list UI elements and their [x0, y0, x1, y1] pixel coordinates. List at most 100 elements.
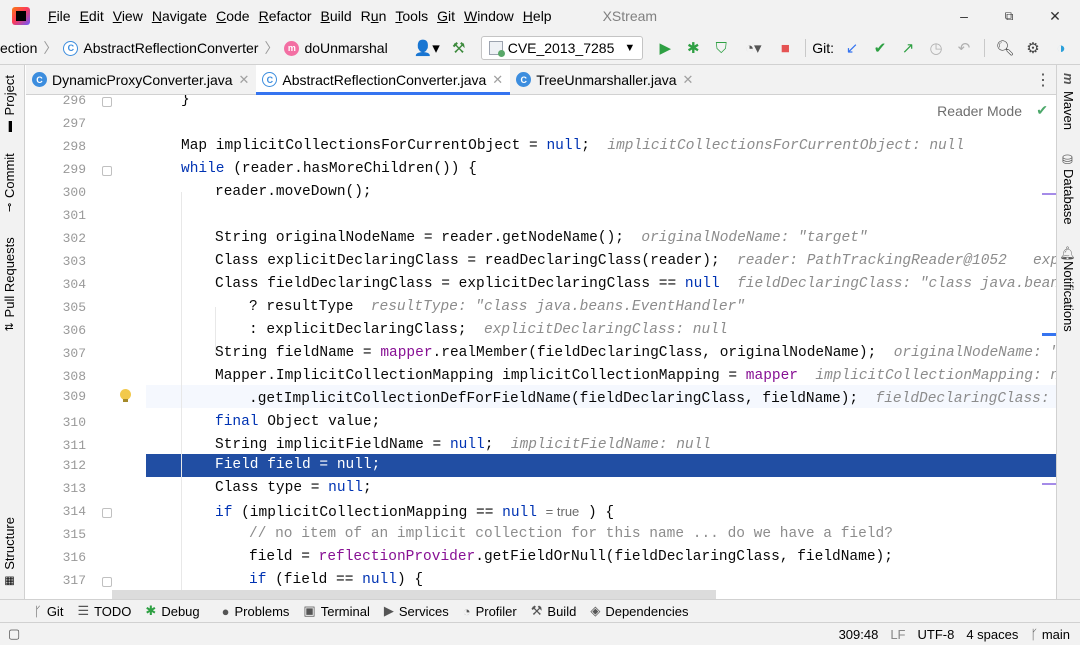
close-icon[interactable]: ✕ — [492, 72, 503, 88]
minimize-button[interactable]: – — [941, 0, 987, 32]
close-icon[interactable]: ✕ — [239, 72, 250, 88]
file-encoding[interactable]: UTF-8 — [918, 627, 955, 642]
menu-run[interactable]: Run — [361, 8, 387, 24]
fold-marker-icon[interactable] — [102, 97, 112, 107]
breadcrumb-package[interactable]: ection — [0, 40, 37, 56]
git-push-icon[interactable]: ↗ — [897, 37, 919, 59]
code-editor[interactable]: Reader Mode ✔ } Map implicitCollectionsF… — [26, 95, 1056, 599]
menu-code[interactable]: Code — [216, 8, 249, 24]
run-icon[interactable]: ▶ — [654, 37, 676, 59]
run-config-icon — [488, 41, 505, 57]
inline-debug-value: implicitCollectionMapping: null — [815, 368, 1056, 384]
tool-dependencies[interactable]: ◈ Dependencies — [590, 603, 688, 619]
debug-bug-icon: ✱ — [145, 603, 157, 618]
run-config-label: CVE_2013_7285 — [507, 40, 615, 56]
inline-debug-value: originalNodeName: "target" — [641, 230, 868, 246]
line-number: 309 — [62, 389, 86, 404]
tool-build[interactable]: ⚒ Build — [531, 603, 577, 619]
build-hammer-icon[interactable]: ⚒ — [448, 37, 470, 59]
ide-window: File Edit View Navigate Code Refactor Bu… — [0, 0, 1080, 645]
more-options-icon[interactable]: ⋮ — [1030, 65, 1056, 94]
inline-debug-value: fieldDeclaringClass: "class java.beans.E — [737, 276, 1056, 292]
git-branch[interactable]: ᚴ main — [1030, 627, 1070, 642]
tool-structure[interactable]: ▦ Structure — [2, 517, 17, 588]
tab-tree-unmarshaller[interactable]: C TreeUnmarshaller.java ✕ — [510, 65, 700, 94]
code-line-305: ? resultType resultType: "class java.bea… — [249, 299, 745, 315]
coverage-icon[interactable]: ⛉ — [710, 37, 732, 59]
git-branch-icon: ᚴ — [1030, 626, 1042, 642]
menu-edit[interactable]: Edit — [80, 8, 104, 24]
caret-position[interactable]: 309:48 — [839, 627, 879, 642]
user-dropdown-icon[interactable]: 👤▾ — [412, 37, 442, 59]
code-line-299: while (reader.hasMoreChildren()) { — [181, 161, 477, 177]
menu-navigate[interactable]: Navigate — [152, 8, 207, 24]
tool-services[interactable]: ▶ Services — [384, 603, 449, 619]
tab-abstract-reflection-converter[interactable]: C AbstractReflectionConverter.java ✕ — [256, 65, 511, 95]
debug-bug-icon[interactable]: ✱ — [682, 37, 704, 59]
line-number: 296 — [62, 95, 86, 108]
inline-debug-value: reader: PathTrackingReader@1052 — [737, 253, 1007, 269]
code-line-303: Class explicitDeclaringClass = readDecla… — [146, 250, 1056, 273]
menu-help[interactable]: Help — [523, 8, 552, 24]
profile-dropdown-icon[interactable]: ◔▾ — [738, 37, 768, 59]
inline-debug-value: = true — [545, 504, 580, 519]
tool-todo[interactable]: ☰ TODO — [77, 603, 131, 619]
rollback-icon[interactable]: ↶ — [953, 37, 975, 59]
code-line-308: Mapper.ImplicitCollectionMapping implici… — [146, 365, 1056, 388]
code-with-me-icon[interactable]: ◑ — [1050, 37, 1072, 59]
tool-pull-requests[interactable]: ⇅ Pull Requests — [2, 237, 17, 331]
class-icon: C — [32, 72, 47, 87]
chevron-down-icon: ▼ — [624, 42, 636, 54]
dependencies-icon: ◈ — [590, 603, 601, 618]
menu-refactor[interactable]: Refactor — [259, 8, 312, 24]
search-icon[interactable]: 🔍︎ — [994, 37, 1016, 59]
tool-maven[interactable]: Maven — [1061, 91, 1076, 130]
line-number: 316 — [62, 550, 86, 565]
settings-gear-icon[interactable]: ⚙ — [1022, 37, 1044, 59]
tool-commit[interactable]: ⊸ Commit — [2, 153, 17, 212]
code-line-296: } — [181, 95, 190, 108]
menu-git[interactable]: Git — [437, 8, 455, 24]
tool-terminal[interactable]: ▣ Terminal — [303, 603, 369, 619]
restore-button[interactable]: ⧉ — [986, 0, 1032, 32]
tool-problems[interactable]: ● Problems — [222, 604, 290, 619]
lightbulb-icon[interactable] — [120, 389, 131, 403]
close-window-button[interactable]: ✕ — [1032, 0, 1078, 32]
menu-tools[interactable]: Tools — [395, 8, 428, 24]
breadcrumb-method[interactable]: doUnmarshal — [304, 40, 387, 56]
fold-marker-icon[interactable] — [102, 508, 112, 518]
history-icon[interactable]: ◷ — [925, 37, 947, 59]
tool-profiler[interactable]: ◔ Profiler — [463, 604, 517, 619]
separator — [984, 39, 986, 57]
menu-view[interactable]: View — [113, 8, 143, 24]
fold-marker-icon[interactable] — [102, 577, 112, 587]
tool-database[interactable]: Database — [1061, 169, 1076, 225]
menu-bar: File Edit View Navigate Code Refactor Bu… — [0, 0, 1080, 32]
line-number: 315 — [62, 527, 86, 542]
tool-debug[interactable]: ✱ Debug — [145, 603, 199, 619]
menu-window[interactable]: Window — [464, 8, 514, 24]
tool-notifications[interactable]: Notifications — [1061, 261, 1076, 332]
tool-project[interactable]: ▬ Project — [2, 75, 17, 132]
fold-marker-icon[interactable] — [102, 166, 112, 176]
inline-debug-value: implicitCollectionsForCurrentObject: nul… — [607, 138, 965, 154]
run-configuration-select[interactable]: CVE_2013_7285 ▼ — [480, 36, 644, 60]
close-icon[interactable]: ✕ — [683, 72, 694, 88]
menu-file[interactable]: File — [48, 8, 71, 24]
indent-setting[interactable]: 4 spaces — [966, 627, 1018, 642]
git-commit-icon[interactable]: ✔ — [869, 37, 891, 59]
stop-icon[interactable]: ■ — [774, 37, 796, 59]
tool-git[interactable]: ᚴ Git — [34, 604, 63, 619]
tab-dynamic-proxy-converter[interactable]: C DynamicProxyConverter.java ✕ — [26, 65, 256, 94]
git-update-icon[interactable]: ↙ — [841, 37, 863, 59]
line-number: 310 — [62, 415, 86, 430]
line-separator[interactable]: LF — [890, 627, 905, 642]
line-number: 299 — [62, 162, 86, 177]
horizontal-scrollbar[interactable] — [112, 590, 716, 599]
breadcrumb-class[interactable]: AbstractReflectionConverter — [83, 40, 258, 56]
toggle-tool-windows-icon[interactable]: ▢ — [8, 626, 20, 642]
line-number: 305 — [62, 300, 86, 315]
code-line-309: .getImplicitCollectionDefForFieldName(fi… — [146, 388, 1056, 411]
menu-build[interactable]: Build — [321, 8, 352, 24]
